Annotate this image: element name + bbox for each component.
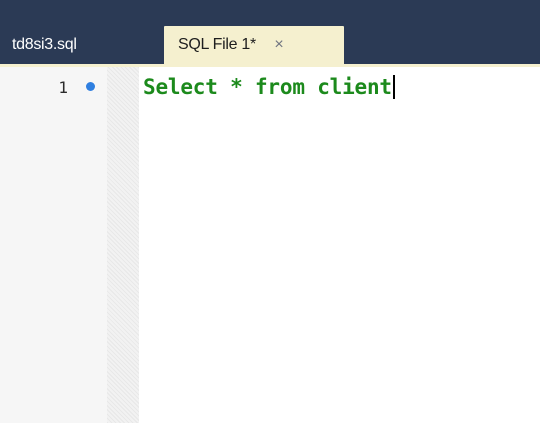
text-cursor bbox=[392, 75, 395, 99]
code-editor[interactable]: 1 Select * from client bbox=[0, 67, 540, 423]
fold-margin[interactable] bbox=[107, 67, 139, 423]
tab-sql-file-1[interactable]: SQL File 1* × bbox=[164, 26, 344, 64]
tab-label: SQL File 1* bbox=[178, 36, 256, 53]
code-area[interactable]: Select * from client bbox=[139, 67, 540, 423]
modified-dot-icon bbox=[86, 82, 95, 91]
tab-label: td8si3.sql bbox=[12, 36, 77, 53]
line-number: 1 bbox=[58, 78, 68, 97]
code-line[interactable]: Select * from client bbox=[143, 73, 395, 101]
tab-bar: td8si3.sql SQL File 1* × bbox=[0, 0, 540, 64]
tab-td8si3-sql[interactable]: td8si3.sql bbox=[0, 26, 132, 64]
close-icon[interactable]: × bbox=[270, 36, 288, 54]
sql-editor-window: td8si3.sql SQL File 1* × 1 Select * from… bbox=[0, 0, 540, 423]
line-number-gutter: 1 bbox=[0, 67, 107, 423]
code-text: Select * from client bbox=[143, 75, 392, 99]
